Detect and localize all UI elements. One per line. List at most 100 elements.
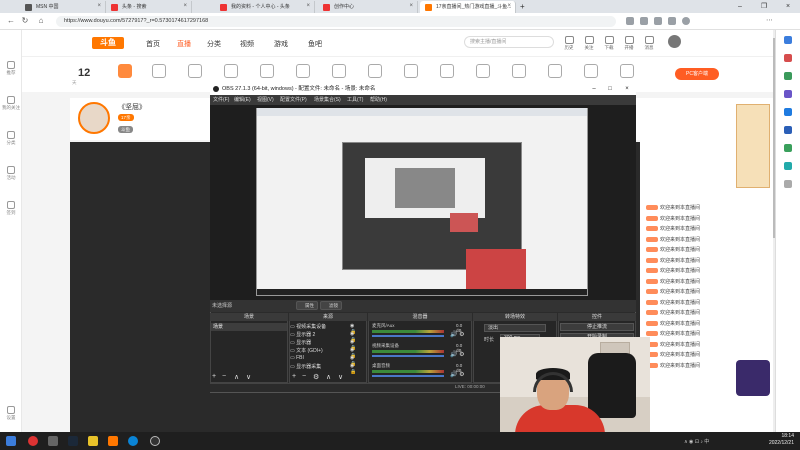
maximize-button[interactable]: □ [602,83,618,95]
nav-yuba[interactable]: 鱼吧 [308,39,322,49]
category-icon[interactable] [512,64,526,78]
menu-profile[interactable]: 配置文件(P) [280,96,307,103]
volume-slider[interactable] [372,355,444,357]
sidebar-item-follow[interactable]: 我的关注 [2,95,20,113]
streamer-avatar[interactable] [78,102,110,134]
follow-list-button[interactable]: 关注 [580,36,598,51]
menu-file[interactable]: 文件(F) [213,96,229,103]
nav-games[interactable]: 游戏 [274,39,288,49]
remove-scene-button[interactable]: − [222,373,226,380]
category-icon[interactable] [584,64,598,78]
messages-button[interactable]: 消息 [640,36,658,51]
download-button[interactable]: 下载 [600,36,618,51]
room-tag[interactable]: 17亲 [118,114,134,121]
promo-banner[interactable] [736,104,770,188]
category-icon[interactable] [440,64,454,78]
volume-slider[interactable] [372,335,444,337]
games-icon[interactable] [784,90,792,98]
filters-button[interactable]: 滤镜 [320,301,342,310]
history-button[interactable]: 历史 [560,36,578,51]
stop-stream-button[interactable]: 停止推流 [560,323,634,331]
source-item[interactable]: ▭ 显示器采集 ◉ 🔒 [290,363,356,375]
move-down-button[interactable]: ∨ [338,373,343,381]
scene-item[interactable]: 场景 [211,323,287,331]
speaker-icon[interactable]: 🔊 ⚙ [450,371,465,378]
visibility-icon[interactable]: ◉ 🔒 [350,363,356,375]
category-icon[interactable] [152,64,166,78]
tab-msn[interactable]: MSN 中国 × [20,1,106,13]
favorites-icon[interactable] [668,17,676,25]
menu-view[interactable]: 视图(V) [257,96,274,103]
home-icon[interactable]: ⌂ [36,16,46,26]
new-tab-button[interactable]: + [517,1,531,13]
nav-category[interactable]: 分类 [207,39,221,49]
outlook-icon[interactable] [784,108,792,116]
user-avatar[interactable] [668,35,681,48]
source-item[interactable]: ▭ FBI ◉ 🔒 [290,355,356,367]
maximize-button[interactable]: ❐ [752,0,776,13]
office-icon[interactable] [784,126,792,134]
back-icon[interactable]: ← [6,16,16,26]
add-source-button[interactable]: + [292,373,296,380]
close-icon[interactable]: × [183,3,187,9]
move-up-button[interactable]: ∧ [326,373,331,381]
speaker-icon[interactable]: 🔊 ⚙ [450,351,465,358]
category-icon[interactable] [368,64,382,78]
category-icon[interactable] [260,64,274,78]
category-icon[interactable] [332,64,346,78]
drop-icon[interactable] [784,162,792,170]
volume-slider[interactable] [372,375,444,377]
excel-icon[interactable] [784,144,792,152]
extension-icon[interactable] [640,17,648,25]
pc-client-button[interactable]: PC客户端 [675,68,719,80]
minimize-button[interactable]: – [586,83,602,95]
nav-video[interactable]: 视频 [240,39,254,49]
sidebar-item-activity[interactable]: 活动 [2,165,20,183]
category-icon[interactable] [224,64,238,78]
move-up-button[interactable]: ∧ [234,373,239,381]
refresh-icon[interactable]: ↻ [20,16,30,26]
app-icon[interactable] [28,436,38,446]
sidebar-item-settings[interactable]: 设置 [2,405,20,423]
category-icon[interactable] [620,64,634,78]
add-scene-button[interactable]: + [212,373,216,380]
source-item[interactable]: ▭ 显示器 2 ◉ 🔒 [290,331,356,343]
close-window-button[interactable]: × [776,0,800,13]
go-live-button[interactable]: 开播 [620,36,638,51]
menu-tools[interactable]: 工具(T) [347,96,363,103]
category-icon[interactable] [548,64,562,78]
promo-badge[interactable] [736,360,770,396]
nav-live[interactable]: 直播 [177,39,191,49]
tab-toutiao-search[interactable]: 头条 - 搜索 × [106,1,192,13]
tab-profile[interactable]: 我的资料 - 个人中心 - 头条 × [215,1,315,13]
tools-icon[interactable] [784,72,792,80]
close-icon[interactable]: × [409,3,413,9]
collections-icon[interactable] [654,17,662,25]
speaker-icon[interactable]: 🔊 ⚙ [450,331,465,338]
obs-taskbar-icon[interactable] [150,436,160,446]
sidebar-item-checkin[interactable]: 签到 [2,200,20,218]
category-icon[interactable] [188,64,202,78]
properties-button[interactable]: 属性 [296,301,318,310]
sidebar-item-recommend[interactable]: 推荐 [2,60,20,78]
folder-icon[interactable] [88,436,98,446]
star-icon[interactable] [626,17,634,25]
source-settings-icon[interactable]: ⚙ [313,373,319,381]
shopping-icon[interactable] [784,54,792,62]
category-icon[interactable] [404,64,418,78]
transition-select[interactable]: 淡出 [484,324,546,332]
menu-help[interactable]: 帮助(H) [370,96,387,103]
category-icon[interactable] [118,64,132,78]
minimize-button[interactable]: – [728,0,752,13]
nav-home[interactable]: 首页 [146,39,160,49]
close-icon[interactable]: × [507,3,511,9]
system-tray[interactable]: ∧ ◉ ⊡ ♪ 中 [684,438,709,445]
add-icon[interactable] [784,180,792,188]
source-item[interactable]: ▭ 文本 (GDI+) ◉ 🔒 [290,347,356,359]
category-icon[interactable] [296,64,310,78]
start-icon[interactable] [6,436,16,446]
search-input[interactable]: 搜索主播/直播间 [464,36,554,48]
menu-scene-collection[interactable]: 场景集合(S) [314,96,341,103]
douyu-icon[interactable] [108,436,118,446]
tab-creator-center[interactable]: 创作中心 × [318,1,418,13]
